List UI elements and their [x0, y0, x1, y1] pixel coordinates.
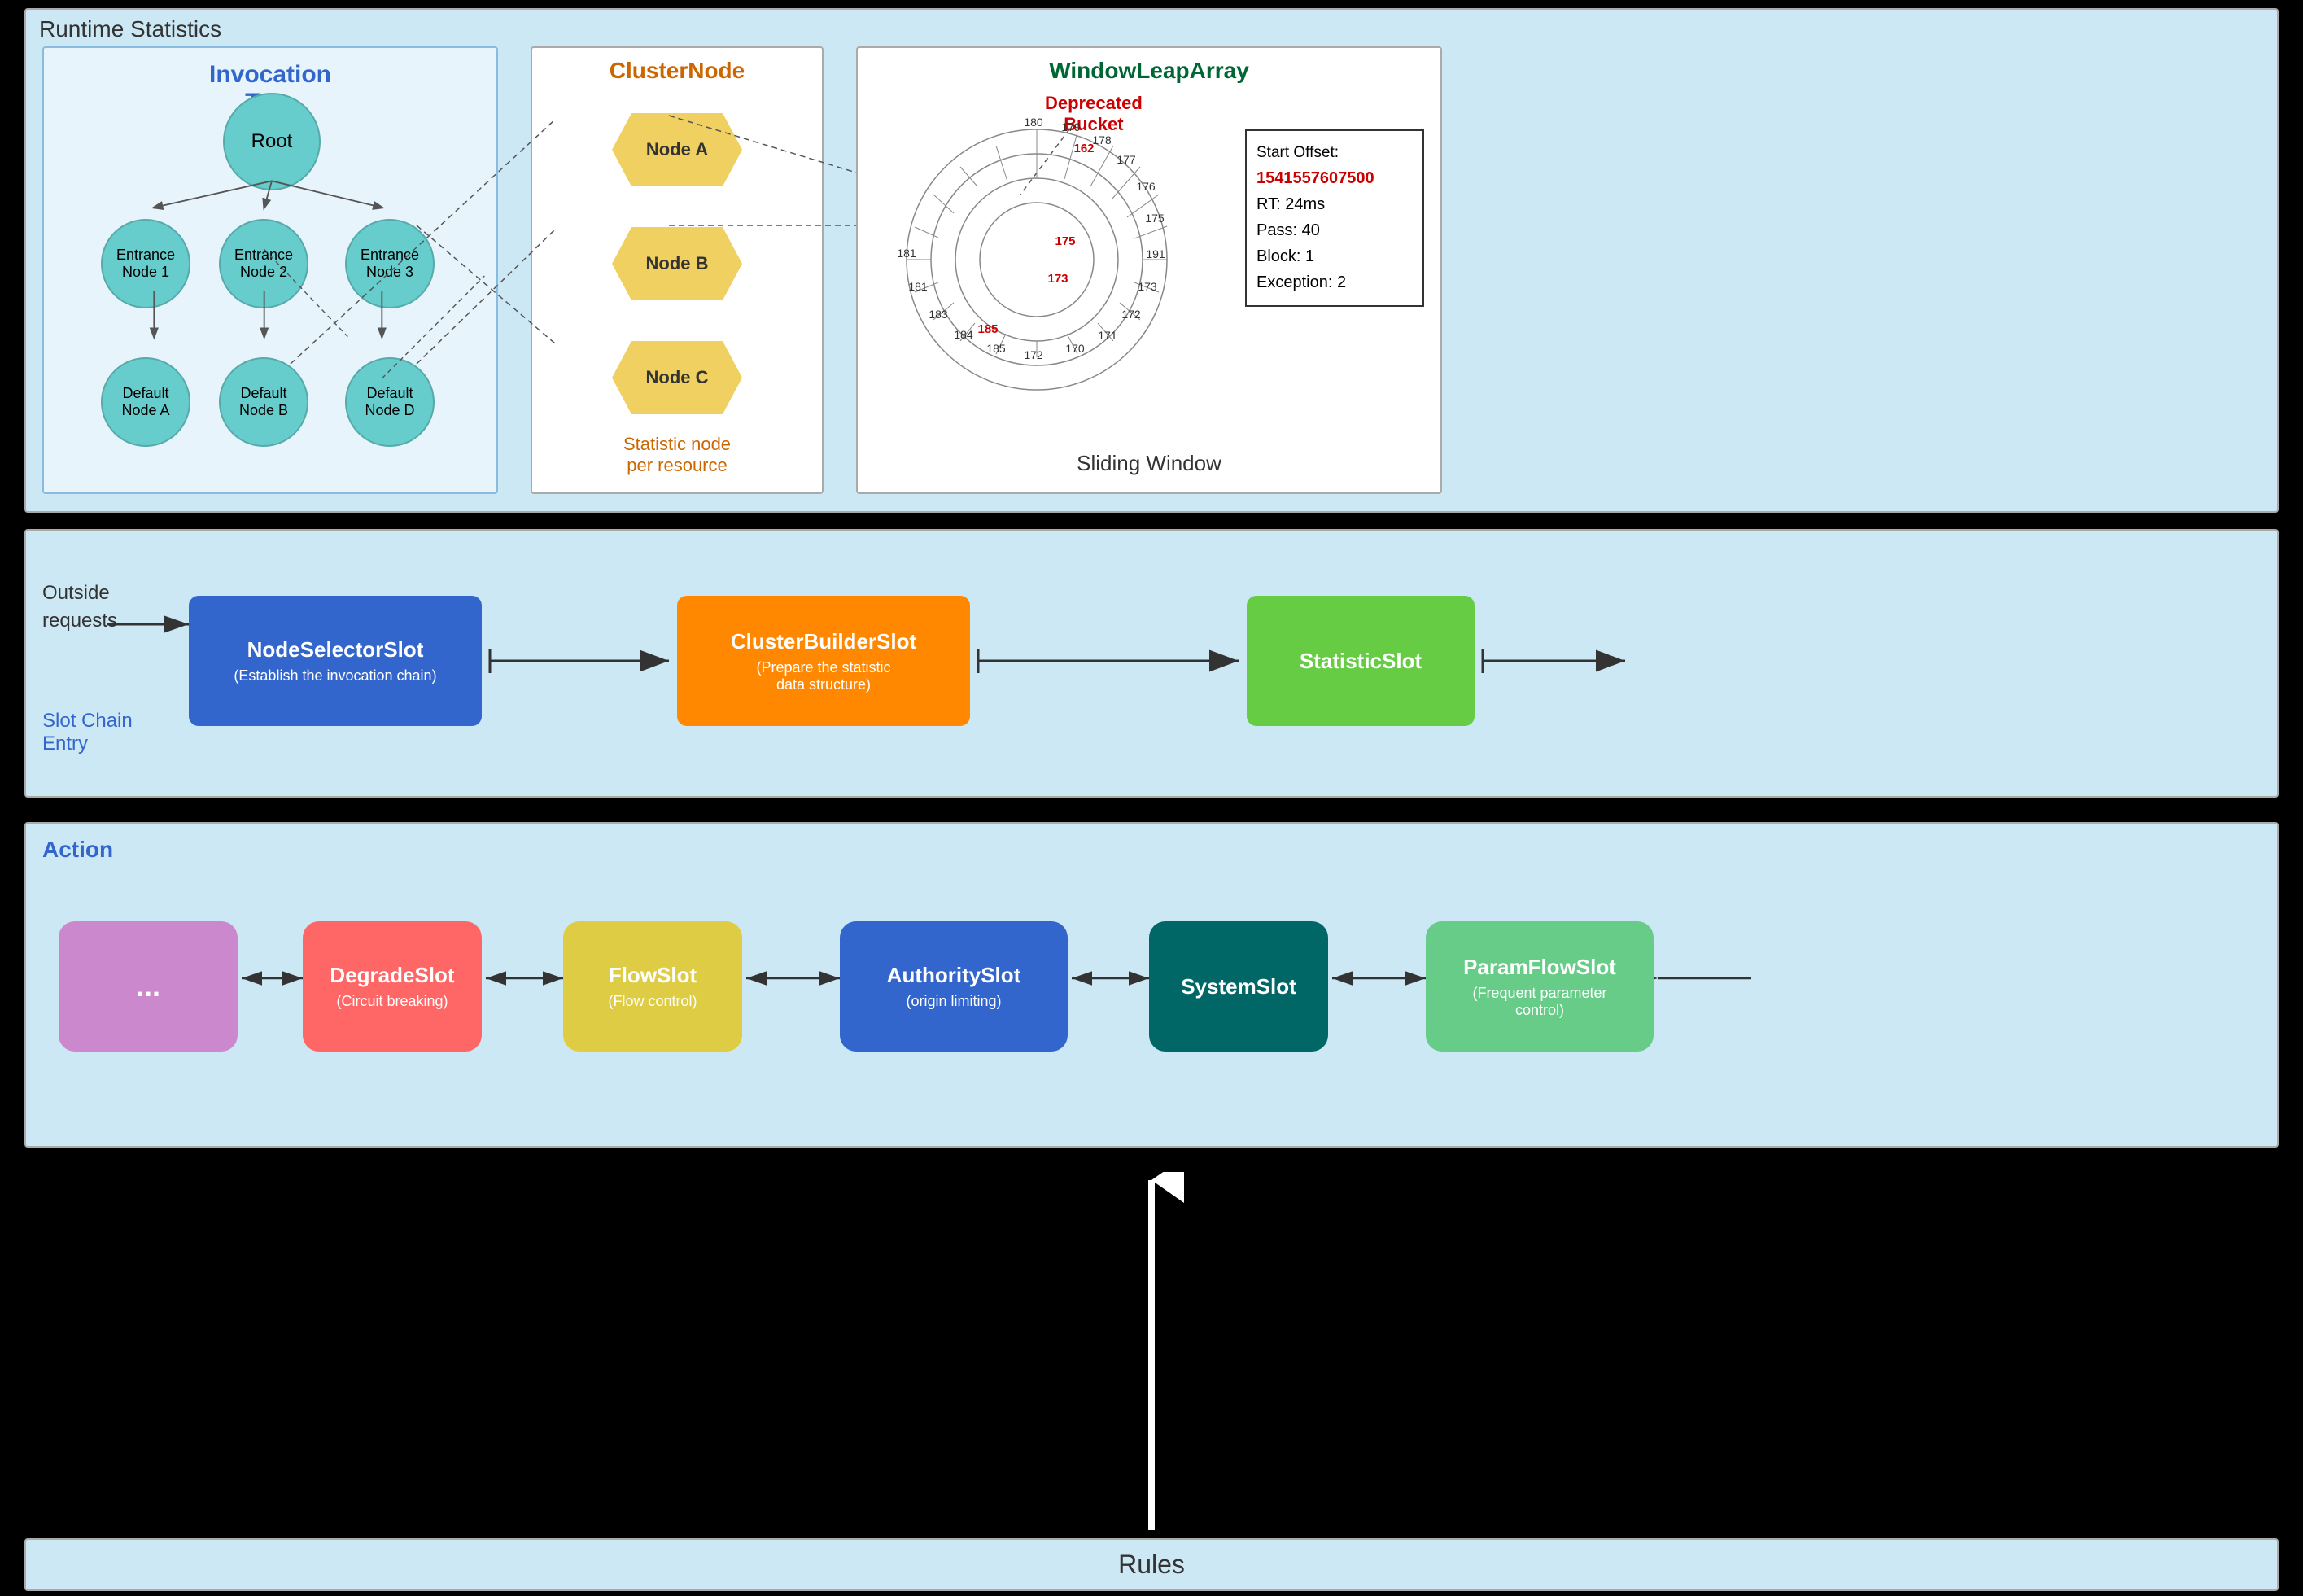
slot-entry-label: Slot ChainEntry	[42, 710, 133, 755]
up-arrow-container	[1119, 1172, 1184, 1542]
cluster-box: ClusterNode Node A Node B Node C Statist…	[531, 46, 824, 494]
action-section: Action ... DegradeSlot (Circuit breaking…	[24, 822, 2279, 1148]
flow-subtitle: (Flow control)	[608, 993, 697, 1010]
slot-authority: AuthoritySlot (origin limiting)	[840, 921, 1068, 1052]
window-box: WindowLeapArray Sliding Window Deprecate…	[856, 46, 1442, 494]
block-value: Block: 1	[1256, 243, 1413, 269]
slot-degrade: DegradeSlot (Circuit breaking)	[303, 921, 482, 1052]
wheel-container: 180 179 178 177 176 175 191 173 172 171 …	[890, 113, 1183, 406]
node-selector-subtitle: (Establish the invocation chain)	[234, 667, 436, 684]
svg-text:176: 176	[1136, 180, 1156, 193]
svg-text:185: 185	[986, 342, 1006, 355]
node-entrance3: EntranceNode 3	[345, 219, 435, 308]
svg-text:177: 177	[1117, 153, 1136, 166]
slot-system: SystemSlot	[1149, 921, 1328, 1052]
node-root: Root	[223, 93, 321, 190]
main-container: Runtime Statistics InvocationTree Root E…	[0, 0, 2303, 1596]
exception-value: Exception: 2	[1256, 269, 1413, 295]
cluster-builder-title: ClusterBuilderSlot	[731, 629, 916, 654]
svg-text:171: 171	[1098, 329, 1117, 342]
cluster-subtitle: Statistic nodeper resource	[623, 434, 731, 476]
node-defaultD: DefaultNode D	[345, 357, 435, 447]
hex-nodeC: Node C	[612, 341, 742, 414]
paramflow-title: ParamFlowSlot	[1463, 955, 1616, 980]
node-selector-title: NodeSelectorSlot	[247, 637, 424, 662]
svg-text:181: 181	[908, 280, 928, 293]
degrade-title: DegradeSlot	[330, 963, 454, 988]
svg-text:172: 172	[1121, 308, 1141, 321]
node-entrance2: EntranceNode 2	[219, 219, 308, 308]
rules-label: Rules	[1118, 1550, 1185, 1580]
input-arrow-svg	[107, 604, 197, 645]
info-box: Start Offset: 1541557607500 RT: 24ms Pas…	[1245, 129, 1424, 307]
up-arrow-svg	[1119, 1172, 1184, 1538]
hex-nodeA: Node A	[612, 113, 742, 186]
slot-paramflow: ParamFlowSlot (Frequent parametercontrol…	[1426, 921, 1654, 1052]
svg-text:175: 175	[1145, 212, 1165, 225]
offset-value: 1541557607500	[1256, 165, 1413, 191]
node-defaultA: DefaultNode A	[101, 357, 190, 447]
svg-text:179: 179	[1061, 120, 1081, 133]
outside-label: Outsiderequests	[42, 579, 117, 634]
statistic-title: StatisticSlot	[1300, 649, 1422, 674]
action-label: Action	[42, 837, 113, 863]
slot-dots: ...	[59, 921, 238, 1052]
svg-text:170: 170	[1065, 342, 1085, 355]
right-arrow-svg	[1654, 954, 1759, 1003]
runtime-title: Runtime Statistics	[39, 16, 221, 42]
node-entrance1: EntranceNode 1	[101, 219, 190, 308]
arrow2-svg	[970, 636, 1255, 685]
slot-section: Outsiderequests Slot ChainEntry NodeSele…	[24, 529, 2279, 798]
authority-title: AuthoritySlot	[887, 963, 1021, 988]
svg-text:173: 173	[1047, 272, 1068, 286]
invocation-box: InvocationTree Root EntranceNode 1 Entra…	[42, 46, 498, 494]
svg-text:180: 180	[1024, 116, 1043, 129]
svg-text:175: 175	[1055, 234, 1075, 248]
flow-title: FlowSlot	[609, 963, 697, 988]
svg-text:191: 191	[1146, 247, 1165, 260]
degrade-subtitle: (Circuit breaking)	[336, 993, 448, 1010]
authority-subtitle: (origin limiting)	[906, 993, 1001, 1010]
wheel-svg: 180 179 178 177 176 175 191 173 172 171 …	[890, 113, 1183, 406]
slot-flow: FlowSlot (Flow control)	[563, 921, 742, 1052]
cluster-builder-subtitle: (Prepare the statisticdata structure)	[756, 659, 890, 693]
separator-3	[0, 1154, 2303, 1169]
runtime-section: Runtime Statistics InvocationTree Root E…	[24, 8, 2279, 513]
hex-nodeB: Node B	[612, 227, 742, 300]
svg-text:184: 184	[954, 328, 973, 341]
svg-text:181: 181	[897, 247, 916, 260]
svg-text:185: 185	[977, 322, 998, 336]
paramflow-subtitle: (Frequent parametercontrol)	[1472, 985, 1606, 1019]
cluster-title: ClusterNode	[610, 58, 745, 84]
svg-text:173: 173	[1138, 280, 1157, 293]
slot-cluster-builder: ClusterBuilderSlot (Prepare the statisti…	[677, 596, 970, 726]
svg-text:162: 162	[1073, 142, 1094, 155]
svg-text:172: 172	[1024, 348, 1043, 361]
bidir-arrow3-svg	[742, 954, 848, 1003]
window-title: WindowLeapArray	[1049, 58, 1249, 84]
node-defaultB: DefaultNode B	[219, 357, 308, 447]
arrow1-svg	[482, 636, 685, 685]
svg-text:178: 178	[1092, 133, 1112, 146]
arrow3-svg	[1475, 636, 1637, 685]
window-subtitle: Sliding Window	[1077, 451, 1221, 476]
bidir-arrow5-svg	[1328, 954, 1434, 1003]
system-title: SystemSlot	[1181, 974, 1296, 999]
offset-label: Start Offset:	[1256, 141, 1413, 165]
rules-section: Rules	[24, 1538, 2279, 1591]
svg-text:183: 183	[929, 308, 948, 321]
bidir-arrow4-svg	[1068, 954, 1157, 1003]
slot-node-selector: NodeSelectorSlot (Establish the invocati…	[189, 596, 482, 726]
pass-value: Pass: 40	[1256, 217, 1413, 243]
slot-statistic: StatisticSlot	[1247, 596, 1475, 726]
bidir-arrow2-svg	[482, 954, 571, 1003]
bidir-arrow1-svg	[238, 954, 311, 1003]
rt-value: RT: 24ms	[1256, 191, 1413, 217]
